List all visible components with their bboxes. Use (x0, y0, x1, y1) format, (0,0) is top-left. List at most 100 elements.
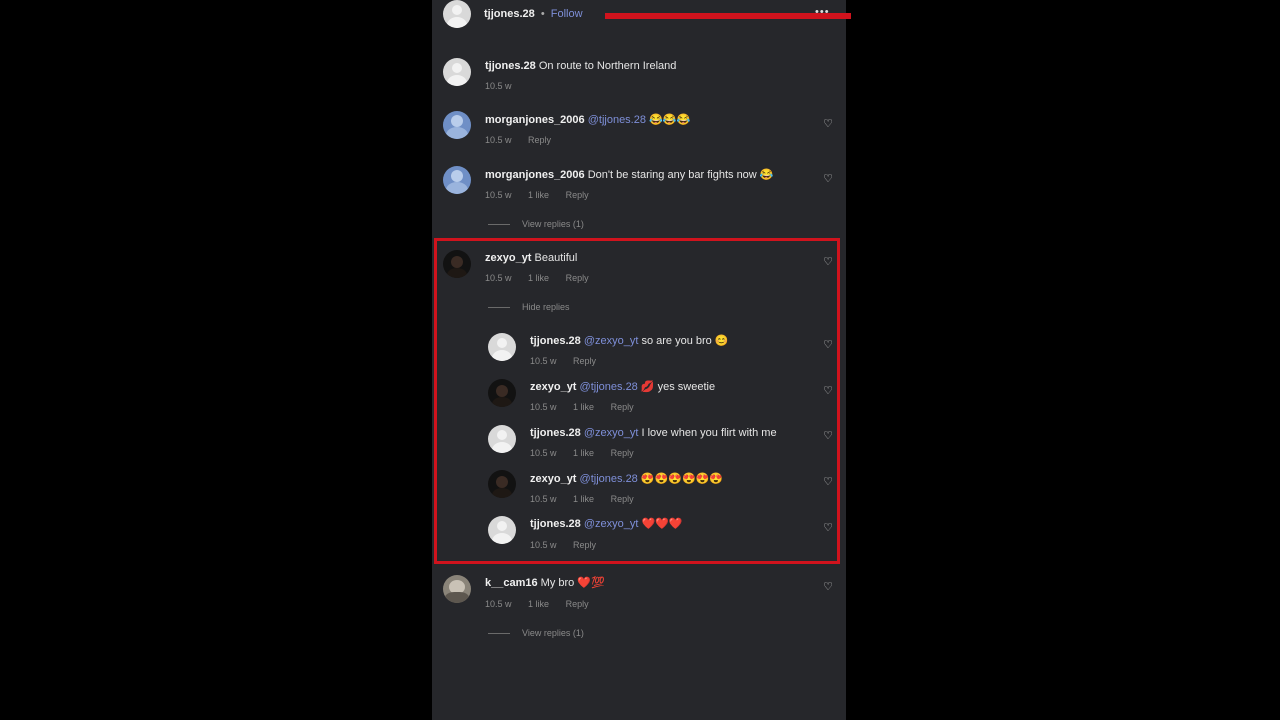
comment-avatar[interactable] (443, 250, 471, 278)
like-heart-icon[interactable]: ♡ (821, 384, 835, 398)
comment-likes[interactable]: 1 like (528, 273, 549, 283)
comment-username[interactable]: k__cam16 (485, 577, 538, 589)
comment-line: morganjones_2006 Don't be staring any ba… (485, 168, 774, 182)
like-heart-icon[interactable]: ♡ (821, 429, 835, 443)
comment-username[interactable]: morganjones_2006 (485, 169, 585, 181)
reply-text: ❤️❤️❤️ (641, 518, 683, 530)
comment-time: 10.5 w (485, 273, 512, 283)
view-replies-label[interactable]: View replies (1) (522, 628, 584, 638)
header-separator: • (540, 8, 545, 20)
comment-time: 10.5 w (485, 190, 512, 200)
reply-mention[interactable]: @tjjones.28 (580, 473, 638, 485)
comment-likes[interactable]: 1 like (528, 190, 549, 200)
reply-time: 10.5 w (530, 402, 557, 412)
reply-mention[interactable]: @zexyo_yt (584, 427, 639, 439)
reply-meta: 10.5 w 1 like Reply (530, 401, 648, 413)
reply-likes[interactable]: 1 like (573, 448, 594, 458)
caption-line: tjjones.28 On route to Northern Ireland (485, 59, 676, 73)
reply-username[interactable]: zexyo_yt (530, 381, 576, 393)
comment-avatar[interactable] (443, 111, 471, 139)
view-replies-button[interactable]: View replies (1) (488, 627, 584, 639)
reply-mention[interactable]: @zexyo_yt (584, 518, 639, 530)
divider (488, 224, 510, 226)
header-line: tjjones.28 • Follow (484, 7, 583, 21)
caption-text: On route to Northern Ireland (538, 60, 677, 72)
caption-meta: 10.5 w (485, 80, 526, 92)
caption-username[interactable]: tjjones.28 (485, 60, 536, 72)
reply-text: 💋 yes sweetie (640, 381, 716, 393)
reply-button[interactable]: Reply (566, 599, 589, 609)
hide-replies-label[interactable]: Hide replies (522, 302, 570, 312)
reply-time: 10.5 w (530, 356, 557, 366)
like-heart-icon[interactable]: ♡ (821, 172, 835, 186)
reply-line: zexyo_yt @tjjones.28 💋 yes sweetie (530, 380, 715, 394)
more-icon[interactable]: ••• (815, 6, 830, 18)
comment-meta: 10.5 w 1 like Reply (485, 272, 603, 284)
reply-time: 10.5 w (530, 540, 557, 550)
comment-line: morganjones_2006 @tjjones.28 😂😂😂 (485, 113, 690, 127)
reply-text: 😍😍😍😍😍😍 (640, 473, 724, 485)
reply-button[interactable]: Reply (573, 356, 596, 366)
reply-button[interactable]: Reply (611, 402, 634, 412)
reply-avatar[interactable] (488, 333, 516, 361)
comment-avatar[interactable] (443, 166, 471, 194)
comment-text: My bro ❤️💯 (540, 577, 605, 589)
like-heart-icon[interactable]: ♡ (821, 117, 835, 131)
reply-mention[interactable]: @zexyo_yt (584, 335, 639, 347)
comment-username[interactable]: morganjones_2006 (485, 114, 585, 126)
comment-avatar[interactable] (443, 575, 471, 603)
reply-avatar[interactable] (488, 379, 516, 407)
like-heart-icon[interactable]: ♡ (821, 580, 835, 594)
header-username[interactable]: tjjones.28 (484, 8, 535, 20)
reply-text: I love when you flirt with me (641, 427, 777, 439)
comment-likes[interactable]: 1 like (528, 599, 549, 609)
comment-time: 10.5 w (485, 135, 512, 145)
reply-likes[interactable]: 1 like (573, 402, 594, 412)
reply-meta: 10.5 w Reply (530, 355, 610, 367)
reply-time: 10.5 w (530, 448, 557, 458)
reply-button[interactable]: Reply (528, 135, 551, 145)
like-heart-icon[interactable]: ♡ (821, 338, 835, 352)
reply-button[interactable]: Reply (566, 273, 589, 283)
comment-text: 😂😂😂 (649, 114, 691, 126)
reply-avatar[interactable] (488, 516, 516, 544)
comments-panel: tjjones.28 • Follow tjjones.28 On route … (432, 0, 846, 720)
reply-button[interactable]: Reply (573, 540, 596, 550)
divider (488, 307, 510, 309)
reply-mention[interactable]: @tjjones.28 (580, 381, 638, 393)
caption-avatar[interactable] (443, 58, 471, 86)
reply-meta: 10.5 w 1 like Reply (530, 447, 648, 459)
reply-likes[interactable]: 1 like (573, 494, 594, 504)
like-heart-icon[interactable]: ♡ (821, 475, 835, 489)
comment-meta: 10.5 w 1 like Reply (485, 189, 603, 201)
comment-line: zexyo_yt Beautiful (485, 251, 577, 265)
reply-line: tjjones.28 @zexyo_yt ❤️❤️❤️ (530, 517, 683, 531)
reply-button[interactable]: Reply (566, 190, 589, 200)
reply-button[interactable]: Reply (611, 448, 634, 458)
reply-meta: 10.5 w 1 like Reply (530, 493, 648, 505)
like-heart-icon[interactable]: ♡ (821, 521, 835, 535)
comment-username[interactable]: zexyo_yt (485, 252, 531, 264)
header-avatar[interactable] (443, 0, 471, 28)
comment-meta: 10.5 w Reply (485, 134, 565, 146)
comment-mention[interactable]: @tjjones.28 (588, 114, 646, 126)
reply-username[interactable]: tjjones.28 (530, 427, 581, 439)
caption-time: 10.5 w (485, 81, 512, 91)
comment-text: Don't be staring any bar fights now 😂 (587, 169, 774, 181)
reply-line: tjjones.28 @zexyo_yt so are you bro 😊 (530, 334, 729, 348)
like-heart-icon[interactable]: ♡ (821, 255, 835, 269)
comment-time: 10.5 w (485, 599, 512, 609)
follow-button[interactable]: Follow (551, 8, 583, 20)
reply-username[interactable]: tjjones.28 (530, 335, 581, 347)
comment-line: k__cam16 My bro ❤️💯 (485, 576, 605, 590)
divider (488, 633, 510, 635)
reply-avatar[interactable] (488, 425, 516, 453)
comment-text: Beautiful (534, 252, 578, 264)
hide-replies-button[interactable]: Hide replies (488, 301, 570, 313)
reply-username[interactable]: tjjones.28 (530, 518, 581, 530)
view-replies-label[interactable]: View replies (1) (522, 219, 584, 229)
reply-avatar[interactable] (488, 470, 516, 498)
view-replies-button[interactable]: View replies (1) (488, 218, 584, 230)
reply-button[interactable]: Reply (611, 494, 634, 504)
reply-username[interactable]: zexyo_yt (530, 473, 576, 485)
